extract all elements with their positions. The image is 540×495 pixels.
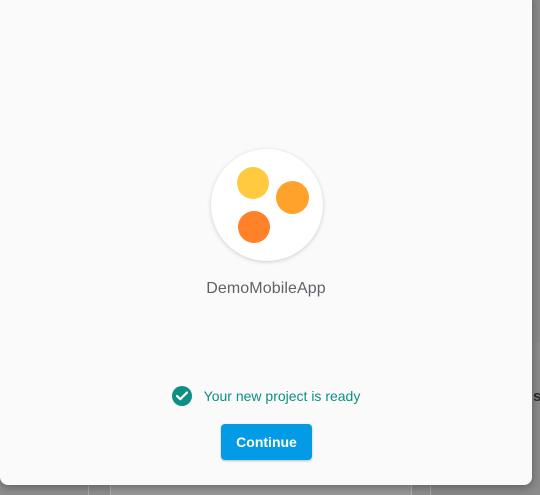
logo-dot-yellow xyxy=(237,167,269,199)
status-message: Your new project is ready xyxy=(0,386,532,406)
continue-button[interactable]: Continue xyxy=(221,424,312,460)
status-text: Your new project is ready xyxy=(203,388,361,404)
logo-dot-orange xyxy=(238,211,270,243)
project-logo-icon xyxy=(211,149,323,261)
logo-dot-amber xyxy=(276,181,309,214)
check-circle-icon xyxy=(171,386,192,406)
background-edge-text: s xyxy=(533,388,540,405)
project-name: DemoMobileApp xyxy=(206,280,326,297)
project-ready-dialog: DemoMobileApp Your new project is ready … xyxy=(0,0,532,485)
